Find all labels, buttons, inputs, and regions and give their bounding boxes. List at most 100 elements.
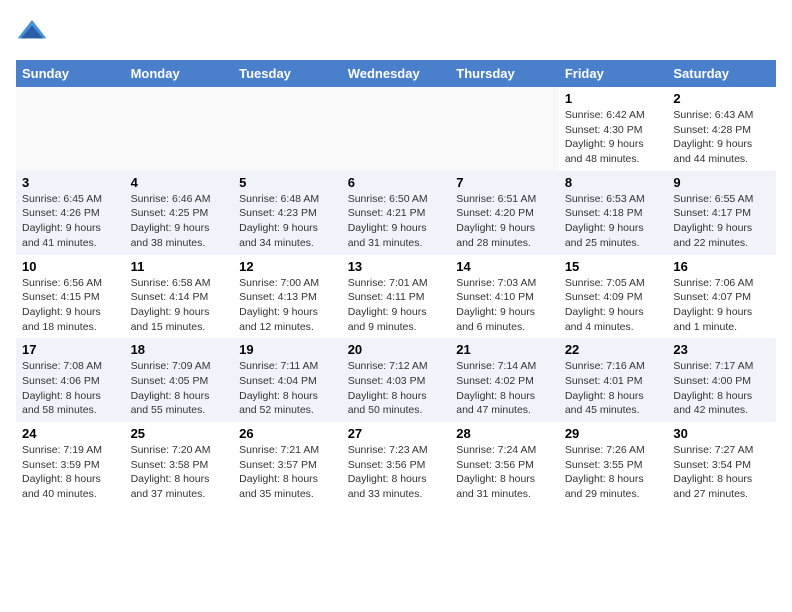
day-info: Sunrise: 7:00 AMSunset: 4:13 PMDaylight:… bbox=[239, 276, 336, 335]
day-cell: 19 Sunrise: 7:11 AMSunset: 4:04 PMDayligh… bbox=[233, 338, 342, 422]
day-number: 17 bbox=[22, 342, 119, 357]
day-info: Sunrise: 6:53 AMSunset: 4:18 PMDaylight:… bbox=[565, 192, 662, 251]
day-cell: 21 Sunrise: 7:14 AMSunset: 4:02 PMDayligh… bbox=[450, 338, 559, 422]
header-cell-thursday: Thursday bbox=[450, 60, 559, 87]
day-info: Sunrise: 7:08 AMSunset: 4:06 PMDaylight:… bbox=[22, 359, 119, 418]
day-info: Sunrise: 7:24 AMSunset: 3:56 PMDaylight:… bbox=[456, 443, 553, 502]
day-number: 3 bbox=[22, 175, 119, 190]
day-number: 27 bbox=[348, 426, 445, 441]
day-cell bbox=[16, 87, 125, 171]
calendar-table: SundayMondayTuesdayWednesdayThursdayFrid… bbox=[16, 60, 776, 506]
day-info: Sunrise: 6:58 AMSunset: 4:14 PMDaylight:… bbox=[131, 276, 228, 335]
day-info: Sunrise: 7:20 AMSunset: 3:58 PMDaylight:… bbox=[131, 443, 228, 502]
day-number: 1 bbox=[565, 91, 662, 106]
week-row-1: 3 Sunrise: 6:45 AMSunset: 4:26 PMDaylight… bbox=[16, 171, 776, 255]
day-number: 26 bbox=[239, 426, 336, 441]
day-cell: 7 Sunrise: 6:51 AMSunset: 4:20 PMDaylight… bbox=[450, 171, 559, 255]
day-cell: 11 Sunrise: 6:58 AMSunset: 4:14 PMDayligh… bbox=[125, 255, 234, 339]
day-cell: 12Sunrise: 7:00 AMSunset: 4:13 PMDayligh… bbox=[233, 255, 342, 339]
day-cell: 25 Sunrise: 7:20 AMSunset: 3:58 PMDayligh… bbox=[125, 422, 234, 506]
day-cell: 3 Sunrise: 6:45 AMSunset: 4:26 PMDaylight… bbox=[16, 171, 125, 255]
day-cell: 9 Sunrise: 6:55 AMSunset: 4:17 PMDaylight… bbox=[667, 171, 776, 255]
week-row-3: 17 Sunrise: 7:08 AMSunset: 4:06 PMDayligh… bbox=[16, 338, 776, 422]
day-cell: 2 Sunrise: 6:43 AMSunset: 4:28 PMDaylight… bbox=[667, 87, 776, 171]
day-number: 13 bbox=[348, 259, 445, 274]
day-info: Sunrise: 6:48 AMSunset: 4:23 PMDaylight:… bbox=[239, 192, 336, 251]
day-info: Sunrise: 7:05 AMSunset: 4:09 PMDaylight:… bbox=[565, 276, 662, 335]
day-info: Sunrise: 6:43 AMSunset: 4:28 PMDaylight:… bbox=[673, 108, 770, 167]
day-number: 8 bbox=[565, 175, 662, 190]
day-cell bbox=[125, 87, 234, 171]
day-number: 29 bbox=[565, 426, 662, 441]
day-number: 11 bbox=[131, 259, 228, 274]
day-info: Sunrise: 6:42 AMSunset: 4:30 PMDaylight:… bbox=[565, 108, 662, 167]
day-info: Sunrise: 6:46 AMSunset: 4:25 PMDaylight:… bbox=[131, 192, 228, 251]
day-info: Sunrise: 7:27 AMSunset: 3:54 PMDaylight:… bbox=[673, 443, 770, 502]
calendar-body: 1 Sunrise: 6:42 AMSunset: 4:30 PMDaylight… bbox=[16, 87, 776, 506]
day-number: 14 bbox=[456, 259, 553, 274]
day-info: Sunrise: 6:45 AMSunset: 4:26 PMDaylight:… bbox=[22, 192, 119, 251]
day-cell: 30 Sunrise: 7:27 AMSunset: 3:54 PMDayligh… bbox=[667, 422, 776, 506]
day-info: Sunrise: 7:23 AMSunset: 3:56 PMDaylight:… bbox=[348, 443, 445, 502]
day-info: Sunrise: 7:19 AMSunset: 3:59 PMDaylight:… bbox=[22, 443, 119, 502]
day-cell: 15 Sunrise: 7:05 AMSunset: 4:09 PMDayligh… bbox=[559, 255, 668, 339]
day-number: 6 bbox=[348, 175, 445, 190]
day-info: Sunrise: 7:21 AMSunset: 3:57 PMDaylight:… bbox=[239, 443, 336, 502]
day-info: Sunrise: 7:17 AMSunset: 4:00 PMDaylight:… bbox=[673, 359, 770, 418]
header-cell-wednesday: Wednesday bbox=[342, 60, 451, 87]
logo bbox=[16, 16, 52, 48]
day-number: 18 bbox=[131, 342, 228, 357]
day-number: 21 bbox=[456, 342, 553, 357]
day-cell: 22 Sunrise: 7:16 AMSunset: 4:01 PMDayligh… bbox=[559, 338, 668, 422]
header-cell-friday: Friday bbox=[559, 60, 668, 87]
day-info: Sunrise: 7:26 AMSunset: 3:55 PMDaylight:… bbox=[565, 443, 662, 502]
day-number: 16 bbox=[673, 259, 770, 274]
day-cell: 14 Sunrise: 7:03 AMSunset: 4:10 PMDayligh… bbox=[450, 255, 559, 339]
day-number: 23 bbox=[673, 342, 770, 357]
day-cell: 6 Sunrise: 6:50 AMSunset: 4:21 PMDaylight… bbox=[342, 171, 451, 255]
day-cell: 29 Sunrise: 7:26 AMSunset: 3:55 PMDayligh… bbox=[559, 422, 668, 506]
day-info: Sunrise: 6:55 AMSunset: 4:17 PMDaylight:… bbox=[673, 192, 770, 251]
day-info: Sunrise: 7:16 AMSunset: 4:01 PMDaylight:… bbox=[565, 359, 662, 418]
day-cell bbox=[233, 87, 342, 171]
day-cell: 4Sunrise: 6:46 AMSunset: 4:25 PMDaylight… bbox=[125, 171, 234, 255]
day-number: 19 bbox=[239, 342, 336, 357]
day-cell: 1 Sunrise: 6:42 AMSunset: 4:30 PMDaylight… bbox=[559, 87, 668, 171]
day-cell: 10Sunrise: 6:56 AMSunset: 4:15 PMDayligh… bbox=[16, 255, 125, 339]
day-info: Sunrise: 7:12 AMSunset: 4:03 PMDaylight:… bbox=[348, 359, 445, 418]
day-info: Sunrise: 6:51 AMSunset: 4:20 PMDaylight:… bbox=[456, 192, 553, 251]
day-number: 24 bbox=[22, 426, 119, 441]
day-number: 30 bbox=[673, 426, 770, 441]
day-cell: 13 Sunrise: 7:01 AMSunset: 4:11 PMDayligh… bbox=[342, 255, 451, 339]
day-info: Sunrise: 7:14 AMSunset: 4:02 PMDaylight:… bbox=[456, 359, 553, 418]
header-cell-monday: Monday bbox=[125, 60, 234, 87]
day-number: 15 bbox=[565, 259, 662, 274]
day-number: 9 bbox=[673, 175, 770, 190]
day-info: Sunrise: 7:01 AMSunset: 4:11 PMDaylight:… bbox=[348, 276, 445, 335]
day-cell: 24 Sunrise: 7:19 AMSunset: 3:59 PMDayligh… bbox=[16, 422, 125, 506]
day-cell bbox=[342, 87, 451, 171]
page-header bbox=[16, 16, 776, 48]
day-cell: 18Sunrise: 7:09 AMSunset: 4:05 PMDayligh… bbox=[125, 338, 234, 422]
day-number: 2 bbox=[673, 91, 770, 106]
calendar-header: SundayMondayTuesdayWednesdayThursdayFrid… bbox=[16, 60, 776, 87]
day-info: Sunrise: 7:11 AMSunset: 4:04 PMDaylight:… bbox=[239, 359, 336, 418]
day-cell: 8 Sunrise: 6:53 AMSunset: 4:18 PMDaylight… bbox=[559, 171, 668, 255]
day-number: 25 bbox=[131, 426, 228, 441]
logo-icon bbox=[16, 16, 48, 48]
day-number: 5 bbox=[239, 175, 336, 190]
day-info: Sunrise: 7:06 AMSunset: 4:07 PMDaylight:… bbox=[673, 276, 770, 335]
day-info: Sunrise: 6:56 AMSunset: 4:15 PMDaylight:… bbox=[22, 276, 119, 335]
week-row-4: 24 Sunrise: 7:19 AMSunset: 3:59 PMDayligh… bbox=[16, 422, 776, 506]
day-info: Sunrise: 7:03 AMSunset: 4:10 PMDaylight:… bbox=[456, 276, 553, 335]
day-number: 7 bbox=[456, 175, 553, 190]
day-info: Sunrise: 6:50 AMSunset: 4:21 PMDaylight:… bbox=[348, 192, 445, 251]
day-cell bbox=[450, 87, 559, 171]
header-cell-sunday: Sunday bbox=[16, 60, 125, 87]
day-number: 22 bbox=[565, 342, 662, 357]
day-cell: 27 Sunrise: 7:23 AMSunset: 3:56 PMDayligh… bbox=[342, 422, 451, 506]
day-cell: 17 Sunrise: 7:08 AMSunset: 4:06 PMDayligh… bbox=[16, 338, 125, 422]
header-cell-tuesday: Tuesday bbox=[233, 60, 342, 87]
day-number: 20 bbox=[348, 342, 445, 357]
day-cell: 20 Sunrise: 7:12 AMSunset: 4:03 PMDayligh… bbox=[342, 338, 451, 422]
